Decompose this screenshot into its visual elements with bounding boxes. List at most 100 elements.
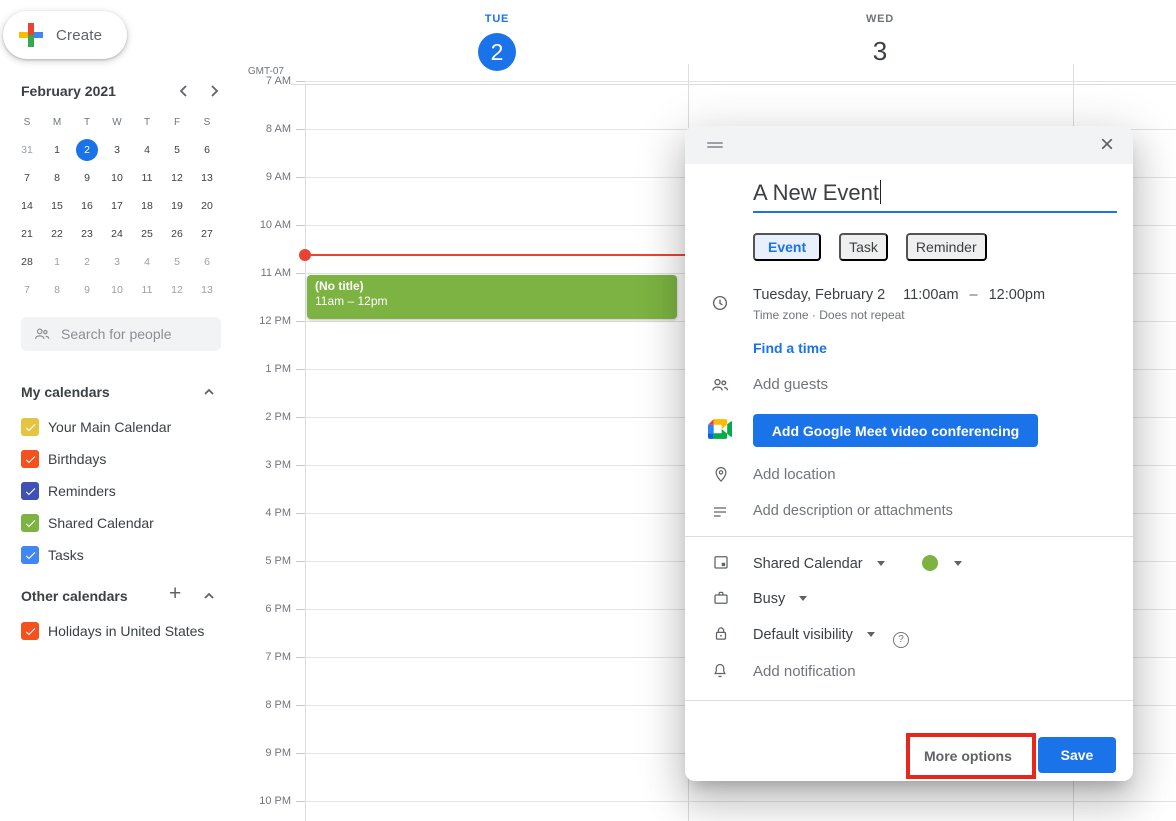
chevron-down-icon[interactable] — [876, 561, 885, 566]
mini-calendar-day[interactable]: 7 — [16, 167, 38, 189]
entry-type-tabs: Event Task Reminder — [753, 233, 987, 261]
mini-calendar-day[interactable]: 9 — [76, 279, 98, 301]
calendar-select[interactable]: Shared Calendar — [753, 556, 863, 572]
mini-calendar-day[interactable]: 13 — [196, 167, 218, 189]
mini-weekday-label: F — [173, 116, 181, 128]
google-plus-icon — [19, 23, 43, 47]
mini-calendar-day[interactable]: 18 — [136, 195, 158, 217]
chevron-down-icon[interactable] — [799, 596, 808, 601]
day-header-wed-date[interactable]: 3 — [840, 36, 920, 67]
visibility-select[interactable]: Default visibility — [753, 627, 853, 643]
mini-calendar-day[interactable]: 9 — [76, 167, 98, 189]
mini-calendar-day[interactable]: 7 — [16, 279, 38, 301]
calendar-checkbox[interactable] — [21, 546, 39, 564]
mini-calendar-day[interactable]: 2 — [76, 251, 98, 273]
calendar-event-block[interactable]: (No title) 11am – 12pm — [307, 275, 677, 319]
event-datetime-row[interactable]: Tuesday, February 2 11:00am –12:00pm — [753, 287, 1045, 303]
mini-calendar-day[interactable]: 12 — [166, 279, 188, 301]
mini-calendar-day[interactable]: 28 — [16, 251, 38, 273]
calendar-name-label: Tasks — [48, 547, 84, 563]
mini-calendar-day[interactable]: 5 — [166, 251, 188, 273]
calendar-checkbox[interactable] — [21, 450, 39, 468]
mini-calendar-day[interactable]: 14 — [16, 195, 38, 217]
mini-calendar-day[interactable]: 27 — [196, 223, 218, 245]
mini-calendar-day[interactable]: 3 — [106, 139, 128, 161]
search-people-box[interactable] — [21, 317, 221, 351]
tab-reminder[interactable]: Reminder — [905, 233, 987, 261]
more-options-button[interactable]: More options — [912, 738, 1024, 774]
event-date: Tuesday, February 2 — [753, 287, 886, 303]
hour-label: 12 PM — [243, 315, 291, 327]
mini-calendar-day[interactable]: 26 — [166, 223, 188, 245]
busy-select[interactable]: Busy — [753, 591, 785, 607]
add-description-field[interactable]: Add description or attachments — [753, 503, 953, 519]
mini-calendar-day[interactable]: 15 — [46, 195, 68, 217]
calendar-list-item[interactable]: Holidays in United States — [21, 615, 204, 647]
other-calendars-collapse-icon[interactable] — [202, 589, 216, 603]
mini-calendar-next-icon[interactable] — [206, 83, 222, 99]
create-button[interactable]: Create — [3, 11, 127, 59]
mini-calendar-day[interactable]: 31 — [16, 139, 38, 161]
mini-calendar-day[interactable]: 8 — [46, 279, 68, 301]
event-color-dot[interactable] — [921, 555, 938, 571]
close-icon[interactable]: × — [1095, 129, 1119, 161]
save-button[interactable]: Save — [1038, 737, 1116, 773]
drag-handle-icon — [707, 146, 723, 148]
mini-calendar-day[interactable]: 24 — [106, 223, 128, 245]
tab-task[interactable]: Task — [839, 233, 888, 261]
chevron-down-icon[interactable] — [953, 561, 962, 566]
calendar-checkbox[interactable] — [21, 482, 39, 500]
mini-calendar-day[interactable]: 20 — [196, 195, 218, 217]
add-other-calendar-icon[interactable]: + — [169, 583, 181, 604]
add-meet-button[interactable]: Add Google Meet video conferencing — [753, 414, 1038, 447]
add-guests-field[interactable]: Add guests — [753, 376, 828, 393]
mini-calendar-day[interactable]: 1 — [46, 251, 68, 273]
add-notification-field[interactable]: Add notification — [753, 663, 856, 680]
tab-event[interactable]: Event — [753, 233, 822, 261]
mini-calendar-day[interactable]: 19 — [166, 195, 188, 217]
mini-calendar-day[interactable]: 10 — [106, 279, 128, 301]
add-location-field[interactable]: Add location — [753, 466, 836, 483]
mini-calendar-day[interactable]: 17 — [106, 195, 128, 217]
mini-calendar-day[interactable]: 16 — [76, 195, 98, 217]
day-header-tue-date[interactable]: 2 — [478, 33, 516, 71]
mini-calendar-day[interactable]: 11 — [136, 167, 158, 189]
mini-calendar-day[interactable]: 6 — [196, 139, 218, 161]
calendar-checkbox[interactable] — [21, 622, 39, 640]
mini-calendar-day[interactable]: 1 — [46, 139, 68, 161]
mini-calendar-day[interactable]: 6 — [196, 251, 218, 273]
calendar-name-label: Birthdays — [48, 451, 107, 467]
dialog-drag-header[interactable]: × — [685, 126, 1133, 164]
calendar-checkbox[interactable] — [21, 418, 39, 436]
mini-calendar-day[interactable]: 4 — [136, 139, 158, 161]
search-people-input[interactable] — [61, 326, 211, 342]
timezone-repeat-row[interactable]: Time zone · Does not repeat — [753, 308, 905, 322]
event-title-input[interactable]: A New Event — [753, 180, 882, 206]
calendar-list-item[interactable]: Tasks — [21, 539, 171, 571]
mini-calendar-prev-icon[interactable] — [176, 83, 192, 99]
mini-calendar-day[interactable]: 13 — [196, 279, 218, 301]
my-calendars-collapse-icon[interactable] — [202, 385, 216, 399]
busy-select-row: Busy — [753, 591, 808, 607]
chevron-down-icon[interactable] — [866, 632, 875, 637]
mini-calendar-day[interactable]: 4 — [136, 251, 158, 273]
lock-icon — [715, 627, 727, 640]
calendar-list-item[interactable]: Shared Calendar — [21, 507, 171, 539]
mini-calendar-day[interactable]: 8 — [46, 167, 68, 189]
mini-calendar-day[interactable]: 21 — [16, 223, 38, 245]
calendar-checkbox[interactable] — [21, 514, 39, 532]
mini-calendar-day[interactable]: 22 — [46, 223, 68, 245]
help-icon[interactable]: ? — [892, 631, 909, 648]
mini-calendar-day[interactable]: 23 — [76, 223, 98, 245]
calendar-list-item[interactable]: Birthdays — [21, 443, 171, 475]
calendar-list-item[interactable]: Reminders — [21, 475, 171, 507]
mini-calendar-day[interactable]: 3 — [106, 251, 128, 273]
mini-calendar-day[interactable]: 10 — [106, 167, 128, 189]
mini-calendar-day[interactable]: 11 — [136, 279, 158, 301]
mini-calendar-day[interactable]: 12 — [166, 167, 188, 189]
mini-calendar-day[interactable]: 5 — [166, 139, 188, 161]
find-a-time-link[interactable]: Find a time — [753, 340, 827, 356]
calendar-list-item[interactable]: Your Main Calendar — [21, 411, 171, 443]
mini-calendar-day[interactable]: 25 — [136, 223, 158, 245]
mini-calendar-day[interactable]: 2 — [76, 139, 98, 161]
